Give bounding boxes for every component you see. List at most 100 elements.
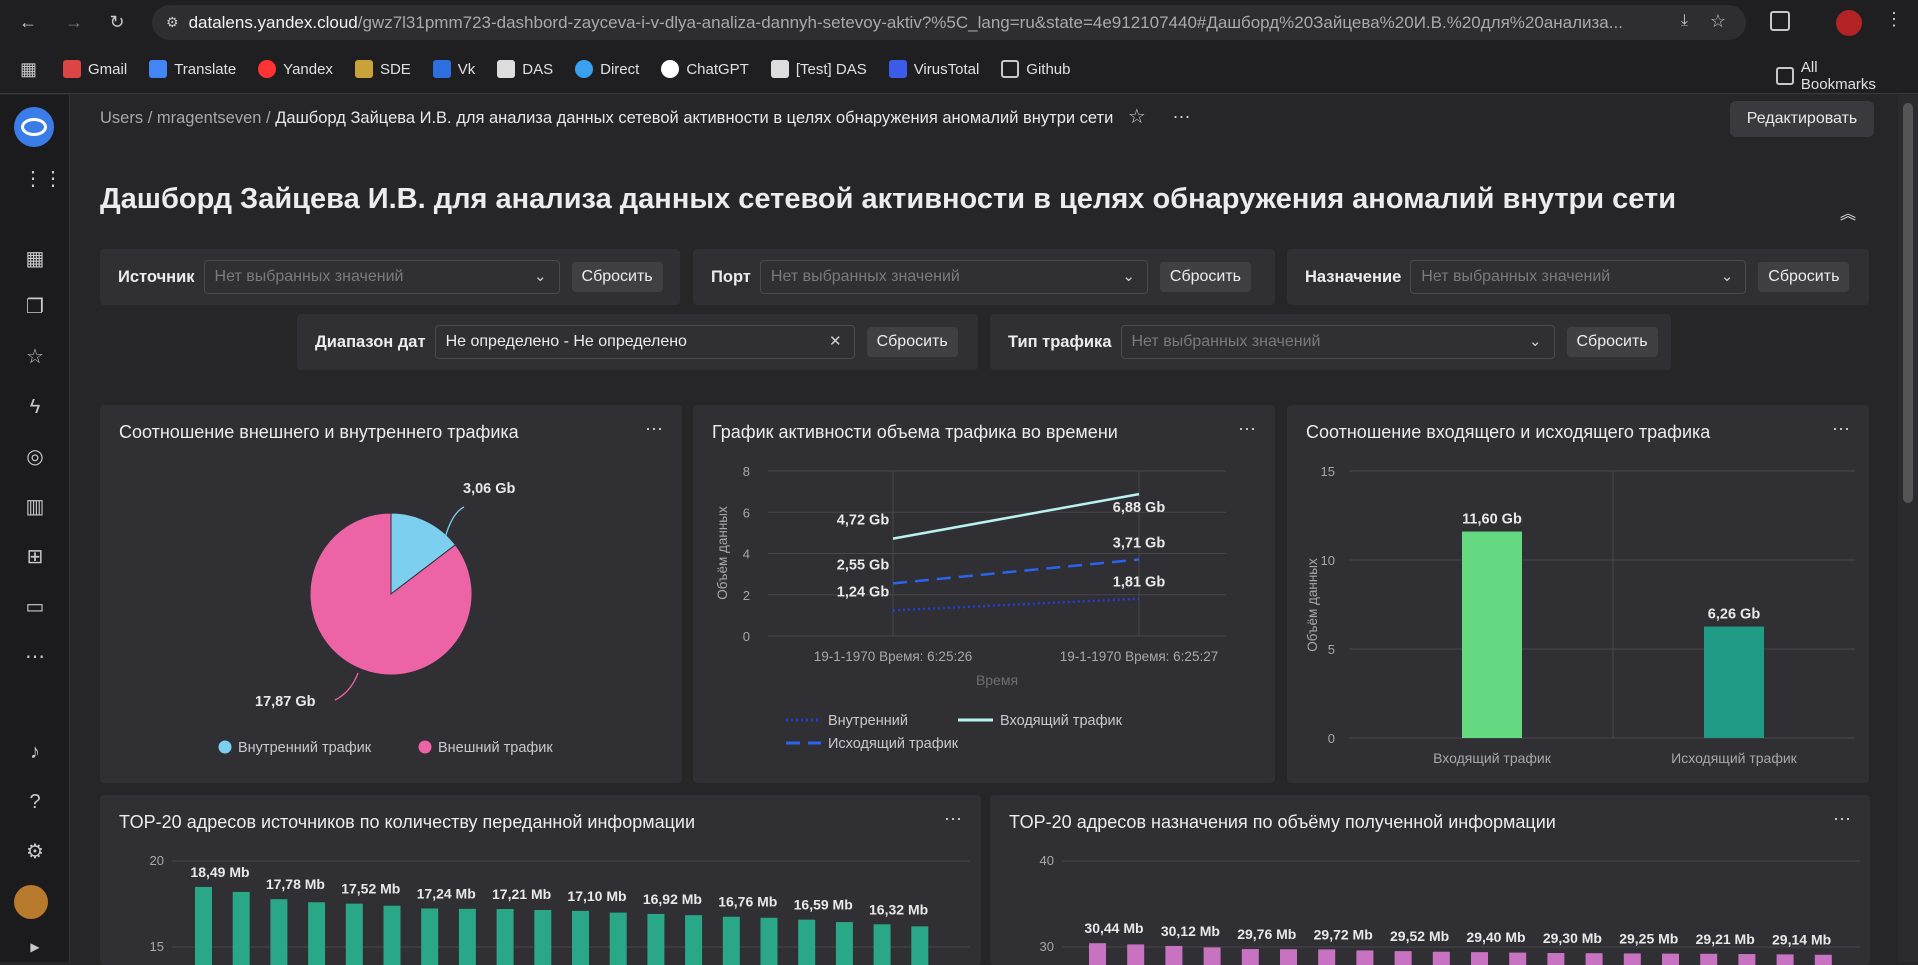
profile-icon[interactable] (1836, 10, 1862, 36)
address-bar[interactable]: ⚙ datalens.yandex.cloud /gwz7l31pmm723-d… (152, 5, 1746, 40)
bar (383, 905, 401, 965)
connections-icon[interactable]: ◎ (23, 445, 47, 469)
lightning-icon[interactable]: ϟ (23, 395, 47, 419)
bar (345, 903, 363, 965)
bar (1318, 949, 1336, 965)
dashboard-grid-icon[interactable]: ▦ (23, 247, 47, 271)
bar (685, 915, 703, 965)
extensions-icon[interactable] (1770, 11, 1790, 31)
bookmark-yandex[interactable]: Yandex (258, 60, 333, 78)
breadcrumb-owner[interactable]: mragentseven (157, 109, 262, 127)
bookmark-star-icon[interactable]: ☆ (1710, 11, 1726, 32)
bookmark-translate[interactable]: Translate (149, 60, 236, 78)
x-tick-label: Исходящий трафик (1671, 750, 1798, 766)
port-select[interactable]: Нет выбранных значений ⌄ (759, 260, 1148, 294)
y-tick-label: 10 (1321, 553, 1335, 568)
bar (1203, 947, 1221, 965)
traffic-type-select[interactable]: Нет выбранных значений ⌄ (1120, 325, 1555, 359)
menu-icon[interactable]: ⋮ (1885, 9, 1903, 30)
data-label: 17,24 Mb (417, 885, 476, 901)
x-tick-label: Входящий трафик (1433, 750, 1552, 766)
bookmark-chatgpt[interactable]: ChatGPT (661, 60, 749, 78)
datalens-logo-icon[interactable] (14, 107, 54, 147)
breadcrumb-users[interactable]: Users (100, 109, 143, 127)
bookmark-direct[interactable]: Direct (575, 60, 639, 78)
more-options-icon[interactable]: ⋯ (1172, 107, 1190, 127)
data-label: 29,25 Mb (1619, 930, 1678, 946)
settings-gear-icon[interactable]: ⚙ (23, 840, 47, 864)
breadcrumb-separator: / (147, 109, 153, 127)
y-tick-label: 20 (150, 853, 164, 868)
bookmark-vk[interactable]: Vk (432, 60, 475, 78)
bookmark-virustotal[interactable]: VirusTotal (888, 60, 979, 78)
bookmarks-bar: ▦ Gmail Translate Yandex SDE Vk DAS Dire… (0, 45, 1918, 94)
bar (1241, 949, 1259, 965)
clear-icon[interactable]: ✕ (829, 332, 842, 350)
monitor-icon[interactable]: ▭ (23, 595, 47, 619)
bar (1165, 945, 1183, 965)
reload-icon[interactable]: ↻ (103, 8, 131, 36)
bookmark-github[interactable]: Github (1001, 60, 1071, 78)
bar (1704, 626, 1764, 738)
data-label: 29,52 Mb (1390, 928, 1449, 944)
y-tick-label: 2 (743, 588, 750, 603)
data-label: 29,14 Mb (1772, 931, 1831, 947)
bookmark-test-das[interactable]: [Test] DAS (770, 60, 867, 78)
bookmark-das[interactable]: DAS (497, 60, 553, 78)
bar (1356, 950, 1374, 965)
services-grid-icon[interactable]: ⋮⋮ (23, 167, 63, 191)
user-avatar[interactable] (14, 885, 48, 919)
bookmark-gmail[interactable]: Gmail (63, 60, 127, 78)
filter-date-range: Диапазон дат Не определено - Не определе… (297, 314, 978, 370)
reset-button[interactable]: Сбросить (1758, 262, 1850, 292)
bookmark-sde[interactable]: SDE (354, 60, 411, 78)
filter-label: Назначение (1305, 267, 1402, 286)
chatgpt-icon (661, 60, 680, 78)
forward-icon[interactable]: → (60, 8, 88, 36)
chevron-down-icon: ⌄ (533, 268, 547, 285)
edit-button[interactable]: Редактировать (1730, 101, 1874, 137)
expand-rail-icon[interactable]: ▶ (23, 935, 47, 959)
series-line (892, 597, 1140, 612)
more-icon[interactable]: ⋯ (23, 645, 47, 669)
source-select[interactable]: Нет выбранных значений ⌄ (203, 260, 560, 294)
notifications-bell-icon[interactable]: ♪ (23, 740, 47, 764)
data-label: 16,76 Mb (718, 894, 777, 910)
data-label: 3,06 Gb (463, 481, 516, 497)
reset-button[interactable]: Сбросить (1566, 327, 1658, 357)
all-bookmarks[interactable]: All Bookmarks (1776, 59, 1896, 93)
favorite-star-icon[interactable]: ☆ (1128, 106, 1146, 128)
back-icon[interactable]: ← (14, 8, 42, 36)
pie-leader-line (334, 672, 359, 701)
charts-icon[interactable]: ▥ (23, 495, 47, 519)
data-label: 4,72 Gb (837, 513, 890, 529)
data-label: 1,24 Gb (837, 584, 890, 600)
bar (1462, 531, 1522, 738)
data-label: 17,52 Mb (341, 881, 400, 897)
bar (1662, 953, 1679, 965)
bar (609, 912, 627, 965)
install-icon[interactable]: ⤓ (1681, 12, 1688, 30)
reset-button[interactable]: Сбросить (866, 327, 958, 357)
page-scrollbar[interactable] (1898, 95, 1918, 962)
datasets-icon[interactable]: ⊞ (23, 545, 47, 569)
scrollbar-thumb[interactable] (1903, 103, 1913, 503)
reset-button[interactable]: Сбросить (1159, 262, 1252, 292)
y-tick-label: 6 (743, 505, 750, 520)
bar (1814, 954, 1832, 965)
apps-icon[interactable]: ▦ (20, 59, 37, 80)
reset-button[interactable]: Сбросить (571, 262, 663, 292)
collapse-icon[interactable]: ︽ (1840, 200, 1856, 224)
site-info-icon[interactable]: ⚙ (166, 14, 179, 31)
favorites-star-icon[interactable]: ☆ (23, 345, 47, 369)
bar (270, 899, 288, 965)
filter-port: Порт Нет выбранных значений ⌄ Сбросить (693, 249, 1275, 305)
url-path: /gwz7l31pmm723-dashbord-zayceva-i-v-dlya… (357, 12, 1623, 32)
line-chart: 0 2 4 6 8 19-1-1970 Время: 6:25:26 19-1-1970 В… (715, 464, 1226, 752)
destination-select[interactable]: Нет выбранных значений ⌄ (1410, 260, 1747, 294)
help-icon[interactable]: ? (23, 790, 47, 814)
page-icon (770, 60, 789, 78)
date-range-input[interactable]: Не определено - Не определено ✕ (434, 325, 855, 359)
y-tick-label: 15 (150, 939, 164, 954)
collections-icon[interactable]: ❐ (23, 295, 47, 319)
